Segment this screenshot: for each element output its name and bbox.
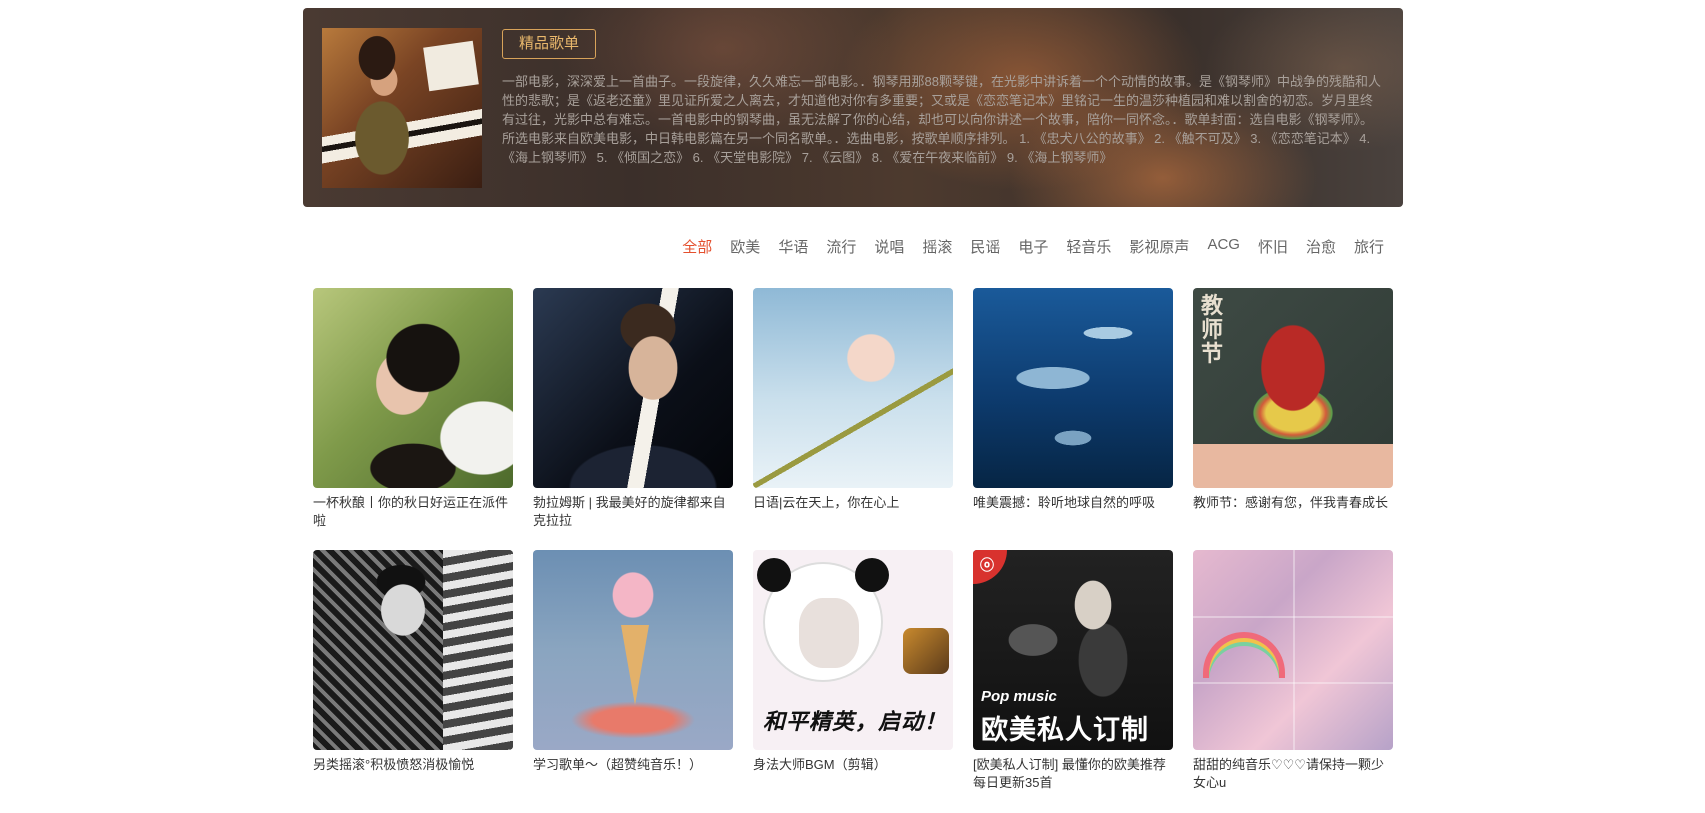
playlist-card[interactable]: 一杯秋酿丨你的秋日好运正在派件啦 bbox=[313, 288, 513, 530]
sheet-music-decoration bbox=[423, 40, 479, 92]
pop-music-label: Pop music bbox=[981, 688, 1057, 705]
tab-rap[interactable]: 说唱 bbox=[874, 236, 904, 257]
tab-electronic[interactable]: 电子 bbox=[1018, 236, 1048, 257]
playlist-card[interactable]: 教师节 教师节：感谢有您，伴我青春成长 bbox=[1193, 288, 1393, 512]
tab-western[interactable]: 欧美 bbox=[730, 236, 760, 257]
mini-thumbnail bbox=[903, 628, 949, 674]
playlist-cover[interactable] bbox=[973, 288, 1173, 488]
ice-cream-cone-decoration bbox=[621, 625, 649, 705]
playlist-cover[interactable] bbox=[533, 288, 733, 488]
playlist-card[interactable]: 勃拉姆斯 | 我最美好的旋律都来自克拉拉 bbox=[533, 288, 733, 530]
playlist-title[interactable]: 日语|云在天上，你在心上 bbox=[753, 494, 953, 512]
stairs-decoration bbox=[443, 550, 513, 750]
playlist-card[interactable]: 日语|云在天上，你在心上 bbox=[753, 288, 953, 512]
playlist-title[interactable]: 一杯秋酿丨你的秋日好运正在派件啦 bbox=[313, 494, 513, 530]
playlist-title[interactable]: 学习歌单～（超赞纯音乐！） bbox=[533, 756, 733, 774]
playlist-card[interactable]: 和平精英，启动！ 身法大师BGM（剪辑） bbox=[753, 550, 953, 774]
featured-playlist-banner[interactable]: 精品歌单 一部电影，深深爱上一首曲子。一段旋律，久久难忘一部电影。．钢琴用那88… bbox=[303, 8, 1403, 207]
music-app-badge-icon: ⓞ bbox=[973, 550, 1007, 584]
tab-all[interactable]: 全部 bbox=[682, 236, 712, 257]
playlist-cover[interactable]: ⓞ Pop music 欧美私人订制 bbox=[973, 550, 1173, 750]
category-tabs: 全部 欧美 华语 流行 说唱 摇滚 民谣 电子 轻音乐 影视原声 ACG 怀旧 … bbox=[664, 236, 1384, 257]
tab-rock[interactable]: 摇滚 bbox=[922, 236, 952, 257]
panda-ear bbox=[855, 558, 889, 592]
playlist-title[interactable]: 甜甜的纯音乐♡♡♡请保持一颗少女心u bbox=[1193, 756, 1393, 792]
panda-face bbox=[799, 598, 859, 668]
playlist-card[interactable]: 学习歌单～（超赞纯音乐！） bbox=[533, 550, 733, 774]
playlist-cover[interactable]: 和平精英，启动！ bbox=[753, 550, 953, 750]
tab-nostalgia[interactable]: 怀旧 bbox=[1258, 236, 1288, 257]
playlist-cover[interactable] bbox=[1193, 550, 1393, 750]
playlist-title[interactable]: 唯美震撼：聆听地球自然的呼吸 bbox=[973, 494, 1173, 512]
panda-ear bbox=[757, 558, 791, 592]
banner-cover-image[interactable] bbox=[322, 28, 482, 188]
tab-healing[interactable]: 治愈 bbox=[1306, 236, 1336, 257]
banner-description: 一部电影，深深爱上一首曲子。一段旋律，久久难忘一部电影。．钢琴用那88颗琴键，在… bbox=[502, 74, 1381, 165]
playlist-title[interactable]: 勃拉姆斯 | 我最美好的旋律都来自克拉拉 bbox=[533, 494, 733, 530]
tab-chinese[interactable]: 华语 bbox=[778, 236, 808, 257]
playlist-page: 精品歌单 一部电影，深深爱上一首曲子。一段旋律，久久难忘一部电影。．钢琴用那88… bbox=[0, 0, 1705, 813]
playlist-title[interactable]: 身法大师BGM（剪辑） bbox=[753, 756, 953, 774]
playlist-cover[interactable]: 教师节 bbox=[1193, 288, 1393, 488]
playlist-title[interactable]: 另类摇滚°积极愤怒消极愉悦 bbox=[313, 756, 513, 774]
tab-light-music[interactable]: 轻音乐 bbox=[1066, 236, 1111, 257]
teacher-day-cover-text: 教师节 bbox=[1201, 293, 1224, 366]
panda-caption: 和平精英，启动！ bbox=[763, 709, 948, 734]
playlist-cover[interactable] bbox=[533, 550, 733, 750]
playlist-cover[interactable] bbox=[313, 288, 513, 488]
tab-soundtrack[interactable]: 影视原声 bbox=[1129, 236, 1189, 257]
tab-travel[interactable]: 旅行 bbox=[1354, 236, 1384, 257]
playlist-cover[interactable] bbox=[313, 550, 513, 750]
playlist-title[interactable]: 教师节：感谢有您，伴我青春成长 bbox=[1193, 494, 1393, 512]
playlist-card[interactable]: 唯美震撼：聆听地球自然的呼吸 bbox=[973, 288, 1173, 512]
rainbow-decoration bbox=[1203, 632, 1285, 678]
playlist-cover[interactable] bbox=[753, 288, 953, 488]
playlist-title[interactable]: [欧美私人订制] 最懂你的欧美推荐 每日更新35首 bbox=[973, 756, 1173, 792]
pop-cover-title: 欧美私人订制 bbox=[981, 715, 1149, 745]
playlist-card[interactable]: ⓞ Pop music 欧美私人订制 [欧美私人订制] 最懂你的欧美推荐 每日更… bbox=[973, 550, 1173, 792]
playlist-card[interactable]: 另类摇滚°积极愤怒消极愉悦 bbox=[313, 550, 513, 774]
playlist-card[interactable]: 甜甜的纯音乐♡♡♡请保持一颗少女心u bbox=[1193, 550, 1393, 792]
tab-acg[interactable]: ACG bbox=[1207, 236, 1240, 257]
tab-folk[interactable]: 民谣 bbox=[970, 236, 1000, 257]
featured-tag-button[interactable]: 精品歌单 bbox=[502, 29, 597, 59]
tab-pop[interactable]: 流行 bbox=[826, 236, 856, 257]
panda-meme-image bbox=[757, 558, 889, 682]
